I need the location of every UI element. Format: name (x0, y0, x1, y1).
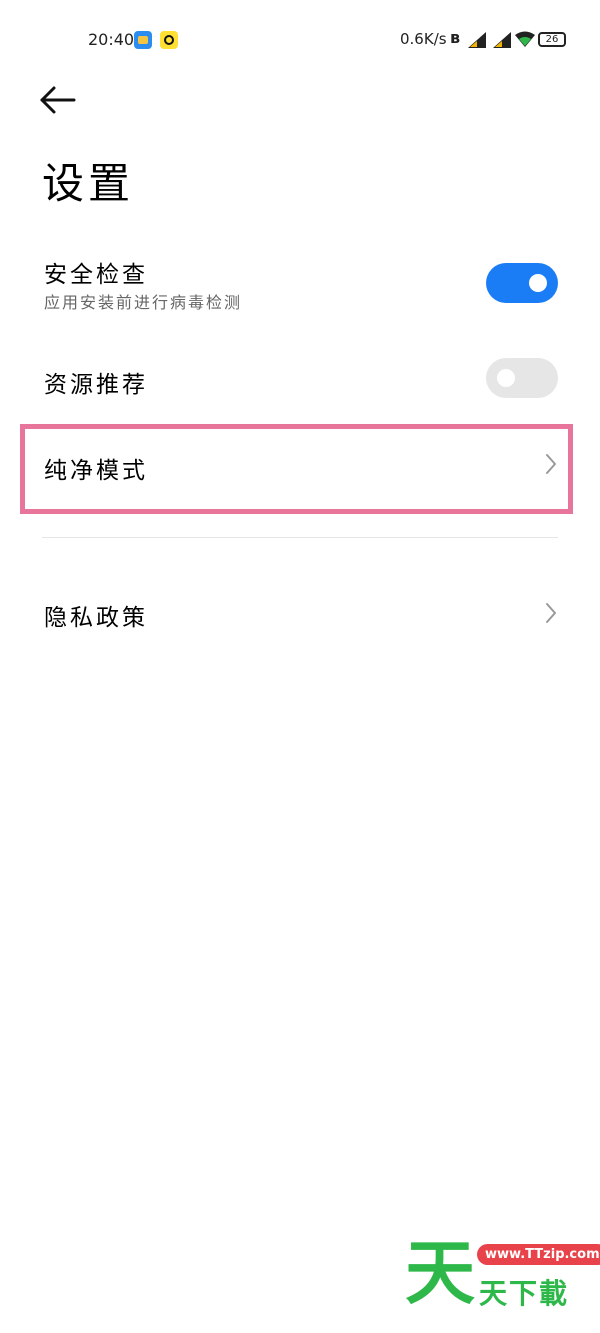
app-notification-icon (160, 31, 178, 49)
toggle-knob (497, 369, 515, 387)
resource-recommend-toggle[interactable] (486, 358, 558, 398)
setting-subtitle: 应用安装前进行病毒检测 (44, 293, 243, 312)
setting-row-security-check[interactable]: 安全检查 应用安装前进行病毒检测 (0, 245, 600, 320)
setting-label: 安全检查 (44, 262, 148, 288)
app-notification-icon (134, 31, 152, 49)
watermark-url: www.TTzip.com (477, 1244, 600, 1265)
chevron-right-icon (546, 454, 556, 474)
setting-label: 隐私政策 (44, 605, 148, 631)
setting-label: 纯净模式 (44, 458, 148, 484)
signal-icon (468, 32, 486, 48)
setting-row-resource-recommend[interactable]: 资源推荐 (0, 350, 600, 410)
watermark-text: 天下載 (479, 1277, 570, 1310)
setting-row-pure-mode[interactable]: 纯净模式 (0, 436, 600, 496)
watermark-logo: 天 www.TTzip.com 天下載 (405, 1232, 600, 1314)
wifi-icon (515, 31, 535, 47)
page-title: 设置 (42, 159, 135, 208)
watermark-big-char: 天 (405, 1232, 475, 1314)
back-button[interactable] (38, 83, 78, 117)
battery-icon: 26 (538, 32, 566, 47)
network-speed: 0.6K/s (400, 30, 447, 48)
signal-icon (493, 32, 511, 48)
bluetooth-icon: ʙ (450, 28, 461, 47)
back-arrow-icon (40, 86, 76, 114)
chevron-right-icon (546, 603, 556, 623)
status-time: 20:40 (88, 30, 135, 49)
setting-label: 资源推荐 (44, 372, 148, 398)
security-check-toggle[interactable] (486, 263, 558, 303)
setting-row-privacy-policy[interactable]: 隐私政策 (0, 583, 600, 643)
toggle-knob (529, 274, 547, 292)
status-bar: 20:40 0.6K/s ʙ 26 (0, 0, 600, 80)
section-divider (42, 537, 558, 538)
